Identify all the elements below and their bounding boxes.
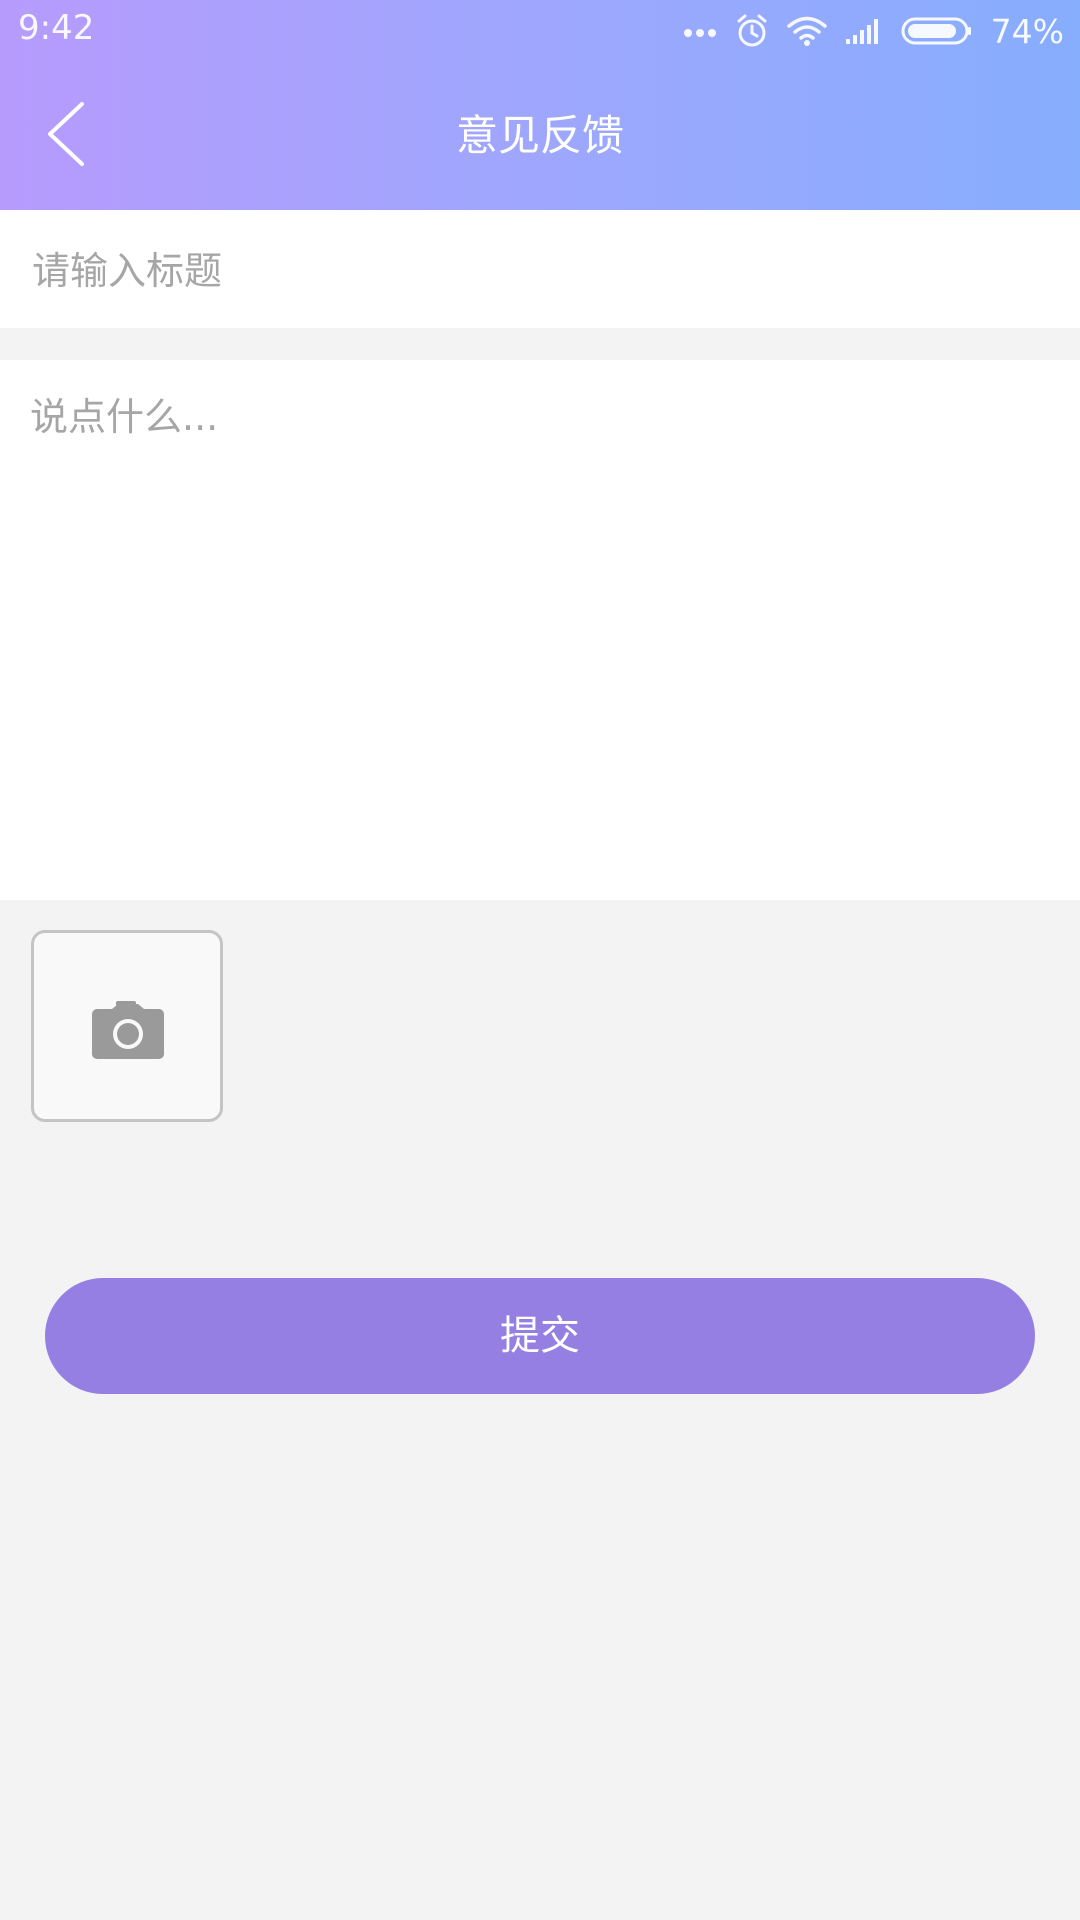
title-input[interactable] [30,238,1054,304]
app-header: 9:42 74% 意见反馈 [0,0,1080,210]
content-area [0,360,1080,900]
add-photo-button[interactable] [31,930,223,1122]
page-title: 意见反馈 [455,111,624,160]
status-bar: 9:42 74% [0,0,1080,62]
more-dots-icon [683,24,717,38]
title-input-row [0,210,1080,328]
status-time: 9:42 [18,8,95,48]
submit-button[interactable]: 提交 [45,1278,1035,1394]
content-textarea[interactable] [30,390,1050,870]
camera-icon [92,1001,164,1059]
battery-icon [901,16,973,46]
alarm-icon [735,13,769,49]
wifi-icon [786,15,827,47]
status-icons: 74% [683,8,1064,54]
signal-icon [845,17,883,45]
battery-percent: 74% [990,11,1064,51]
